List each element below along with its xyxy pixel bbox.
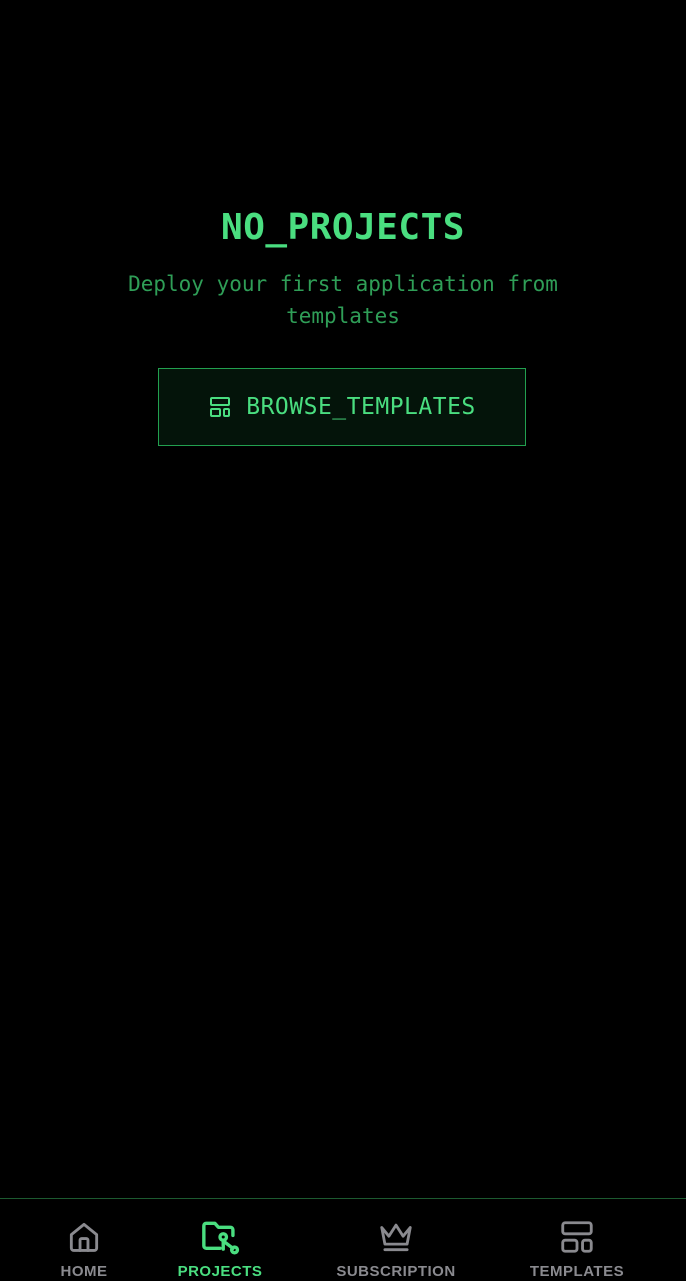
nav-label-projects: PROJECTS xyxy=(177,1263,263,1280)
nav-item-templates[interactable]: TEMPLATES xyxy=(522,1199,632,1281)
empty-state-subtitle: Deploy your first application from templ… xyxy=(128,272,558,328)
nav-label-subscription: SUBSCRIPTION xyxy=(336,1263,456,1280)
nav-item-subscription[interactable]: SUBSCRIPTION xyxy=(326,1199,466,1281)
nav-item-home[interactable]: HOME xyxy=(34,1199,134,1281)
browse-templates-label: BROWSE_TEMPLATES xyxy=(246,394,476,420)
empty-state: NO_PROJECTS Deploy your first applicatio… xyxy=(0,200,686,332)
folder-git-icon xyxy=(199,1217,241,1257)
nav-item-projects[interactable]: PROJECTS xyxy=(170,1199,270,1281)
nav-label-templates: TEMPLATES xyxy=(529,1263,625,1280)
crown-icon xyxy=(376,1217,416,1257)
bottom-navigation: HOME PROJECTS SUBSCRIPTION TEMPLATES xyxy=(0,1198,686,1280)
templates-icon xyxy=(208,395,232,419)
projects-screen: NO_PROJECTS Deploy your first applicatio… xyxy=(0,0,686,1280)
home-icon xyxy=(65,1217,103,1257)
empty-state-title: NO_PROJECTS xyxy=(221,207,465,248)
browse-templates-button[interactable]: BROWSE_TEMPLATES xyxy=(158,368,526,446)
templates-icon xyxy=(558,1217,596,1257)
nav-label-home: HOME xyxy=(60,1263,108,1280)
